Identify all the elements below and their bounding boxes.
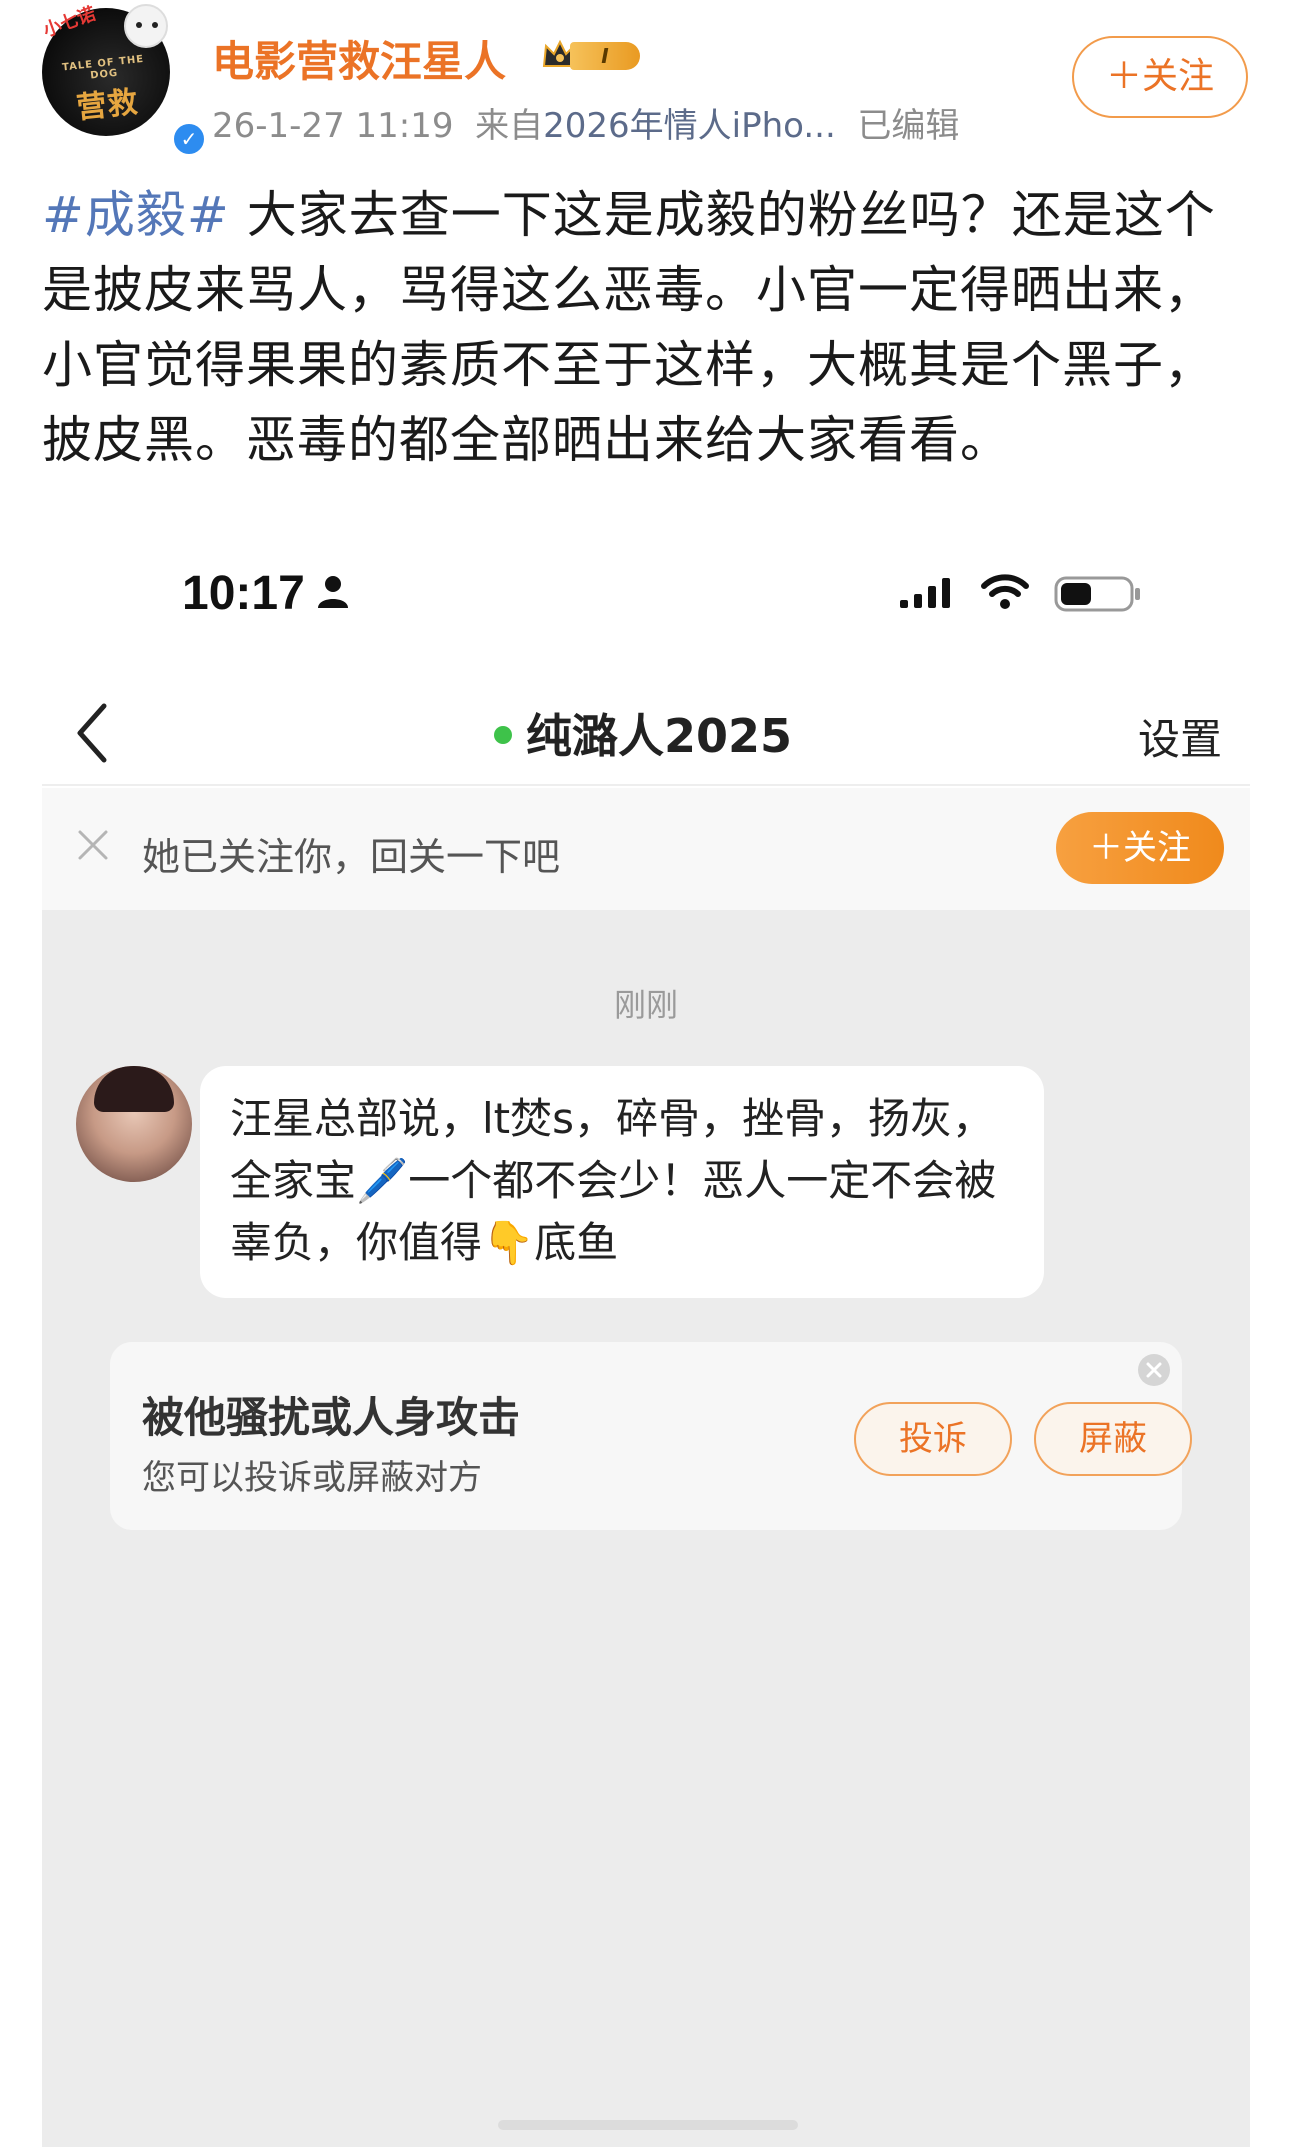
home-indicator bbox=[498, 2120, 798, 2130]
online-status-dot bbox=[494, 726, 512, 744]
avatar-tag: 小七诺 bbox=[40, 3, 99, 42]
follow-back-button[interactable]: ＋关注 bbox=[1056, 812, 1224, 884]
wifi-icon bbox=[981, 574, 1029, 609]
post-body: #成毅# 大家去查一下这是成毅的粉丝吗？还是这个是披皮来骂人，骂得这么恶毒。小官… bbox=[42, 178, 1254, 478]
report-card: 被他骚扰或人身攻击 您可以投诉或屏蔽对方 投诉 屏蔽 bbox=[110, 1342, 1192, 1530]
report-subtitle: 您可以投诉或屏蔽对方 bbox=[142, 1458, 482, 1498]
member-badge[interactable]: I bbox=[540, 36, 650, 76]
follow-back-text: 她已关注你，回关一下吧 bbox=[142, 835, 561, 879]
report-title: 被他骚扰或人身攻击 bbox=[142, 1393, 521, 1442]
person-icon bbox=[318, 576, 348, 608]
avatar-logo: TALE OF THE DOG 营救 bbox=[47, 52, 165, 129]
close-circle-icon[interactable] bbox=[1136, 1352, 1172, 1388]
post-source[interactable]: 2026年情人iPho... bbox=[543, 106, 836, 146]
sender-avatar[interactable] bbox=[76, 1066, 192, 1182]
author-avatar[interactable]: 小七诺 TALE OF THE DOG 营救 ✓ bbox=[41, 3, 208, 158]
message-bubble[interactable]: 汪星总部说，lt焚s，碎骨，挫骨，扬灰，全家宝🖊️一个都不会少！恶人一定不会被辜… bbox=[200, 1066, 1044, 1298]
level-badge: I bbox=[570, 42, 640, 70]
status-time: 10:17 bbox=[182, 567, 305, 620]
chat-area: 刚刚 汪星总部说，lt焚s，碎骨，挫骨，扬灰，全家宝🖊️一个都不会少！恶人一定不… bbox=[42, 910, 1250, 2147]
close-icon[interactable] bbox=[76, 828, 110, 862]
signal-icon bbox=[900, 578, 950, 608]
post-source-prefix: 来自 bbox=[475, 106, 544, 146]
chat-header: 纯潞人2025 设置 bbox=[42, 680, 1250, 786]
post-edited[interactable]: 已编辑 bbox=[857, 106, 959, 146]
settings-button[interactable]: 设置 bbox=[1138, 706, 1222, 767]
avatar-logo-sub: TALE OF THE DOG bbox=[61, 53, 145, 82]
follow-button[interactable]: ＋关注 bbox=[1072, 36, 1248, 118]
battery-icon bbox=[1054, 576, 1140, 612]
avatar-logo-text: 营救 bbox=[74, 84, 141, 127]
message-timestamp: 刚刚 bbox=[613, 986, 678, 1024]
dog-icon bbox=[124, 4, 168, 48]
author-name[interactable]: 电影营救汪星人 bbox=[212, 28, 506, 89]
block-button[interactable]: 屏蔽 bbox=[1034, 1402, 1192, 1476]
follow-back-bar: 她已关注你，回关一下吧 ＋关注 bbox=[42, 788, 1250, 910]
back-icon[interactable] bbox=[72, 700, 112, 766]
hashtag-link[interactable]: #成毅# bbox=[42, 186, 230, 244]
verified-icon: ✓ bbox=[170, 120, 208, 158]
chat-title[interactable]: 纯潞人2025 bbox=[526, 700, 792, 766]
post-timestamp: 26-1-27 11:19 bbox=[212, 106, 454, 146]
post-meta: 26-1-27 11:19 来自2026年情人iPho... 已编辑 bbox=[212, 98, 959, 147]
complain-button[interactable]: 投诉 bbox=[854, 1402, 1012, 1476]
